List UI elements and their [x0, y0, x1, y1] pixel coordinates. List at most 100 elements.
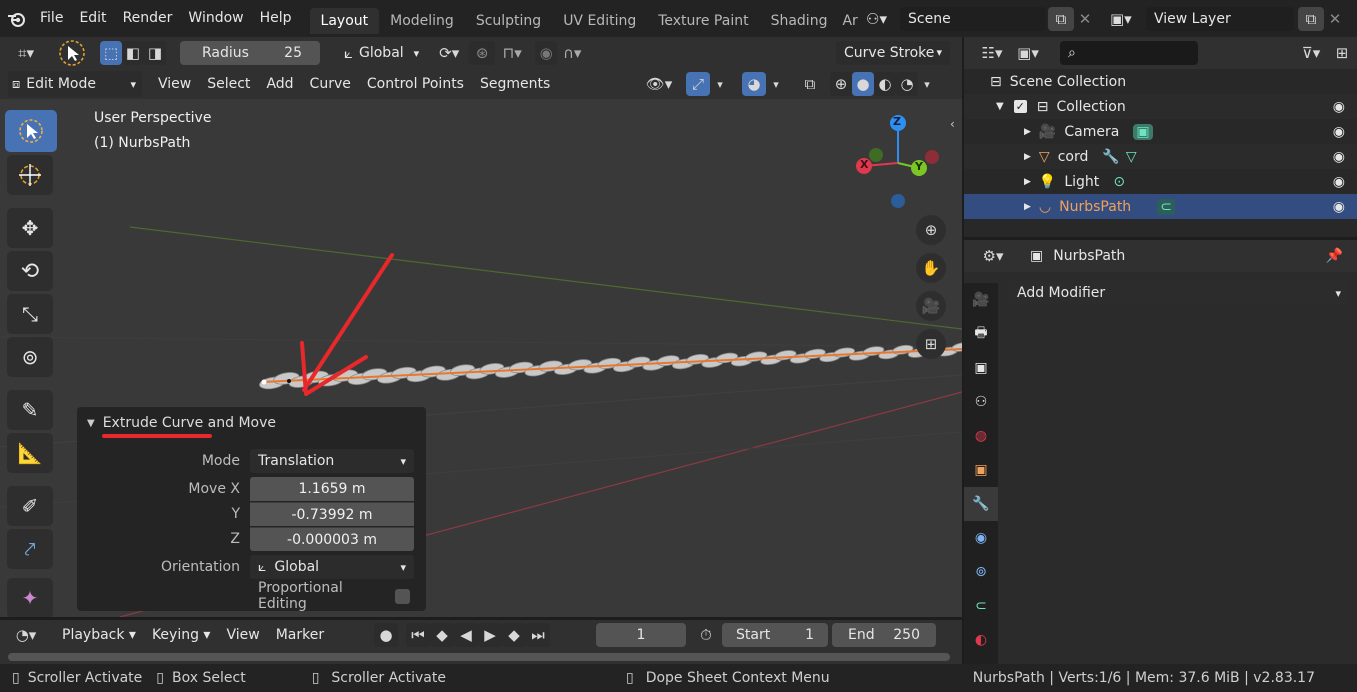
- display-mode-icon[interactable]: ▣▾: [1010, 41, 1046, 65]
- eye-icon[interactable]: ◉: [1333, 199, 1345, 215]
- editor-type-icon[interactable]: ◔▾: [8, 623, 44, 647]
- current-frame-field[interactable]: 1: [596, 623, 686, 647]
- eye-icon[interactable]: ◉: [1333, 99, 1345, 115]
- grid-view-icon[interactable]: ⊞: [916, 329, 946, 359]
- properties-editor-icon[interactable]: ⚙▾: [974, 244, 1012, 268]
- transform-tool-icon[interactable]: ⊚: [7, 337, 53, 377]
- eye-icon[interactable]: ◉: [1333, 174, 1345, 190]
- outliner-row-light[interactable]: ▶ 💡 Light ⊙ ◉: [964, 169, 1357, 194]
- tab-texture-paint[interactable]: Texture Paint: [647, 8, 759, 34]
- outliner-editor-icon[interactable]: ☷▾: [974, 41, 1010, 65]
- chevron-down-icon[interactable]: ▾: [712, 72, 728, 96]
- menu-segments[interactable]: Segments: [472, 71, 558, 97]
- falloff-icon[interactable]: ∩▾: [557, 41, 587, 65]
- solid-shading-icon[interactable]: ●: [852, 72, 874, 96]
- orientation-dropdown[interactable]: ⟀ Global ▾: [344, 44, 419, 62]
- end-frame-field[interactable]: End 250: [832, 623, 936, 647]
- active-tool-icon[interactable]: [56, 40, 88, 66]
- measure-tool-icon[interactable]: 📐: [7, 433, 53, 473]
- zoom-icon[interactable]: ⊕: [916, 215, 946, 245]
- overlays-icon[interactable]: ◕: [742, 72, 766, 96]
- expand-triangle-icon[interactable]: ▶: [1024, 177, 1031, 187]
- camera-data-icon[interactable]: ▣: [1133, 123, 1153, 140]
- outliner-row-nurbspath[interactable]: ▶ ◡ NurbsPath ⊂ ◉: [964, 194, 1357, 219]
- tab-object-icon[interactable]: ▣: [964, 453, 998, 487]
- select-tool-icon[interactable]: [5, 110, 57, 152]
- tab-shading[interactable]: Shading: [760, 8, 839, 34]
- tab-world-icon[interactable]: ◍: [964, 419, 998, 453]
- tab-output-icon[interactable]: 🖶: [964, 317, 998, 351]
- menu-file[interactable]: File: [32, 0, 71, 37]
- timeline-scrollbar[interactable]: [8, 653, 950, 661]
- xray-icon[interactable]: ⧉: [798, 72, 822, 96]
- select-subtract-icon[interactable]: ◨: [144, 41, 166, 65]
- scene-icon[interactable]: ⚇▾: [866, 10, 900, 28]
- outliner-row-collection[interactable]: ▼ ✓ ⊟ Collection ◉: [964, 94, 1357, 119]
- tab-particles-icon[interactable]: ◉: [964, 521, 998, 555]
- rendered-shading-icon[interactable]: ◔: [896, 72, 918, 96]
- snap-target-icon[interactable]: ⊓▾: [495, 41, 529, 65]
- record-icon[interactable]: ●: [374, 623, 398, 647]
- move-y-field[interactable]: -0.73992 m: [250, 501, 414, 526]
- cursor-tool-icon[interactable]: [7, 155, 53, 195]
- collapse-sidebar-icon[interactable]: ‹: [950, 117, 955, 131]
- scene-field[interactable]: Scene: [900, 7, 1046, 31]
- start-frame-field[interactable]: Start 1: [722, 623, 828, 647]
- new-collection-icon[interactable]: ⊞: [1331, 41, 1353, 65]
- jump-end-icon[interactable]: ⏭: [526, 623, 550, 647]
- menu-edit[interactable]: Edit: [71, 0, 114, 37]
- outliner-row-cord[interactable]: ▶ ▽ cord 🔧 ▽ ◉: [964, 144, 1357, 169]
- menu-control-points[interactable]: Control Points: [359, 71, 472, 97]
- tab-layout[interactable]: Layout: [309, 8, 380, 34]
- pan-hand-icon[interactable]: ✋: [916, 253, 946, 283]
- menu-view[interactable]: View: [150, 71, 199, 97]
- tab-scene-icon[interactable]: ⚇: [964, 385, 998, 419]
- move-z-field[interactable]: -0.000003 m: [250, 526, 414, 551]
- orientation-dropdown[interactable]: ⟀ Global ▾: [250, 555, 414, 579]
- expand-triangle-icon[interactable]: ▼: [996, 101, 1004, 112]
- menu-help[interactable]: Help: [252, 0, 300, 37]
- tab-physics-icon[interactable]: ⊚: [964, 555, 998, 589]
- eye-icon[interactable]: ◉: [1333, 124, 1345, 140]
- tab-animation[interactable]: Ar: [838, 8, 861, 34]
- draw-tool-icon[interactable]: ✐: [7, 486, 53, 526]
- play-icon[interactable]: ▶: [478, 623, 502, 647]
- expand-triangle-icon[interactable]: ▶: [1024, 152, 1031, 162]
- new-scene-icon[interactable]: ⧉: [1048, 7, 1074, 31]
- radius-field[interactable]: Radius 25: [180, 41, 320, 65]
- visibility-icon[interactable]: 👁▾: [640, 72, 678, 96]
- menu-marker[interactable]: Marker: [268, 622, 332, 648]
- pin-icon[interactable]: 📌: [1326, 248, 1343, 264]
- eye-icon[interactable]: ◉: [1333, 149, 1345, 165]
- material-shading-icon[interactable]: ◐: [874, 72, 896, 96]
- menu-select[interactable]: Select: [199, 71, 258, 97]
- stopwatch-icon[interactable]: ⏱: [694, 623, 718, 647]
- blender-logo-icon[interactable]: [0, 10, 32, 28]
- view-layer-icon[interactable]: ▣▾: [1110, 10, 1146, 28]
- 3d-viewport[interactable]: ⌗▾ ⬚ ◧ ◨ Radius 25 ⟀ Global ▾ ⟳▾ ⊛ ⊓▾ ◉ …: [0, 37, 962, 617]
- select-new-icon[interactable]: ⬚: [100, 41, 122, 65]
- menu-curve[interactable]: Curve: [302, 71, 359, 97]
- pivot-point-icon[interactable]: ⟳▾: [431, 41, 467, 65]
- proportional-editing-checkbox[interactable]: [395, 588, 410, 604]
- annotate-tool-icon[interactable]: ✎: [7, 390, 53, 430]
- mode-dropdown[interactable]: Translation ▾: [250, 449, 414, 473]
- move-tool-icon[interactable]: ✥: [7, 208, 53, 248]
- add-modifier-dropdown[interactable]: Add Modifier ▾: [1009, 281, 1349, 305]
- tab-modifier-wrench-icon[interactable]: 🔧: [964, 487, 998, 521]
- expand-triangle-icon[interactable]: ▶: [1024, 202, 1031, 212]
- next-keyframe-icon[interactable]: ◆: [502, 623, 526, 647]
- extrude-tool-icon[interactable]: ⤤: [7, 529, 53, 569]
- new-view-layer-icon[interactable]: ⧉: [1298, 7, 1324, 31]
- delete-view-layer-icon[interactable]: ✕: [1324, 7, 1346, 31]
- select-extend-icon[interactable]: ◧: [122, 41, 144, 65]
- menu-keying[interactable]: Keying ▾: [144, 622, 219, 648]
- tab-view-layer-icon[interactable]: ▣: [964, 351, 998, 385]
- wireframe-shading-icon[interactable]: ⊕: [830, 72, 852, 96]
- menu-timeline-view[interactable]: View: [218, 622, 267, 648]
- curve-stroke-dropdown[interactable]: Curve Stroke ▾: [836, 41, 950, 65]
- move-x-field[interactable]: 1.1659 m: [250, 476, 414, 501]
- jump-start-icon[interactable]: ⏮: [406, 623, 430, 647]
- navigation-gizmo[interactable]: Z X Y: [848, 113, 948, 213]
- prev-keyframe-icon[interactable]: ◆: [430, 623, 454, 647]
